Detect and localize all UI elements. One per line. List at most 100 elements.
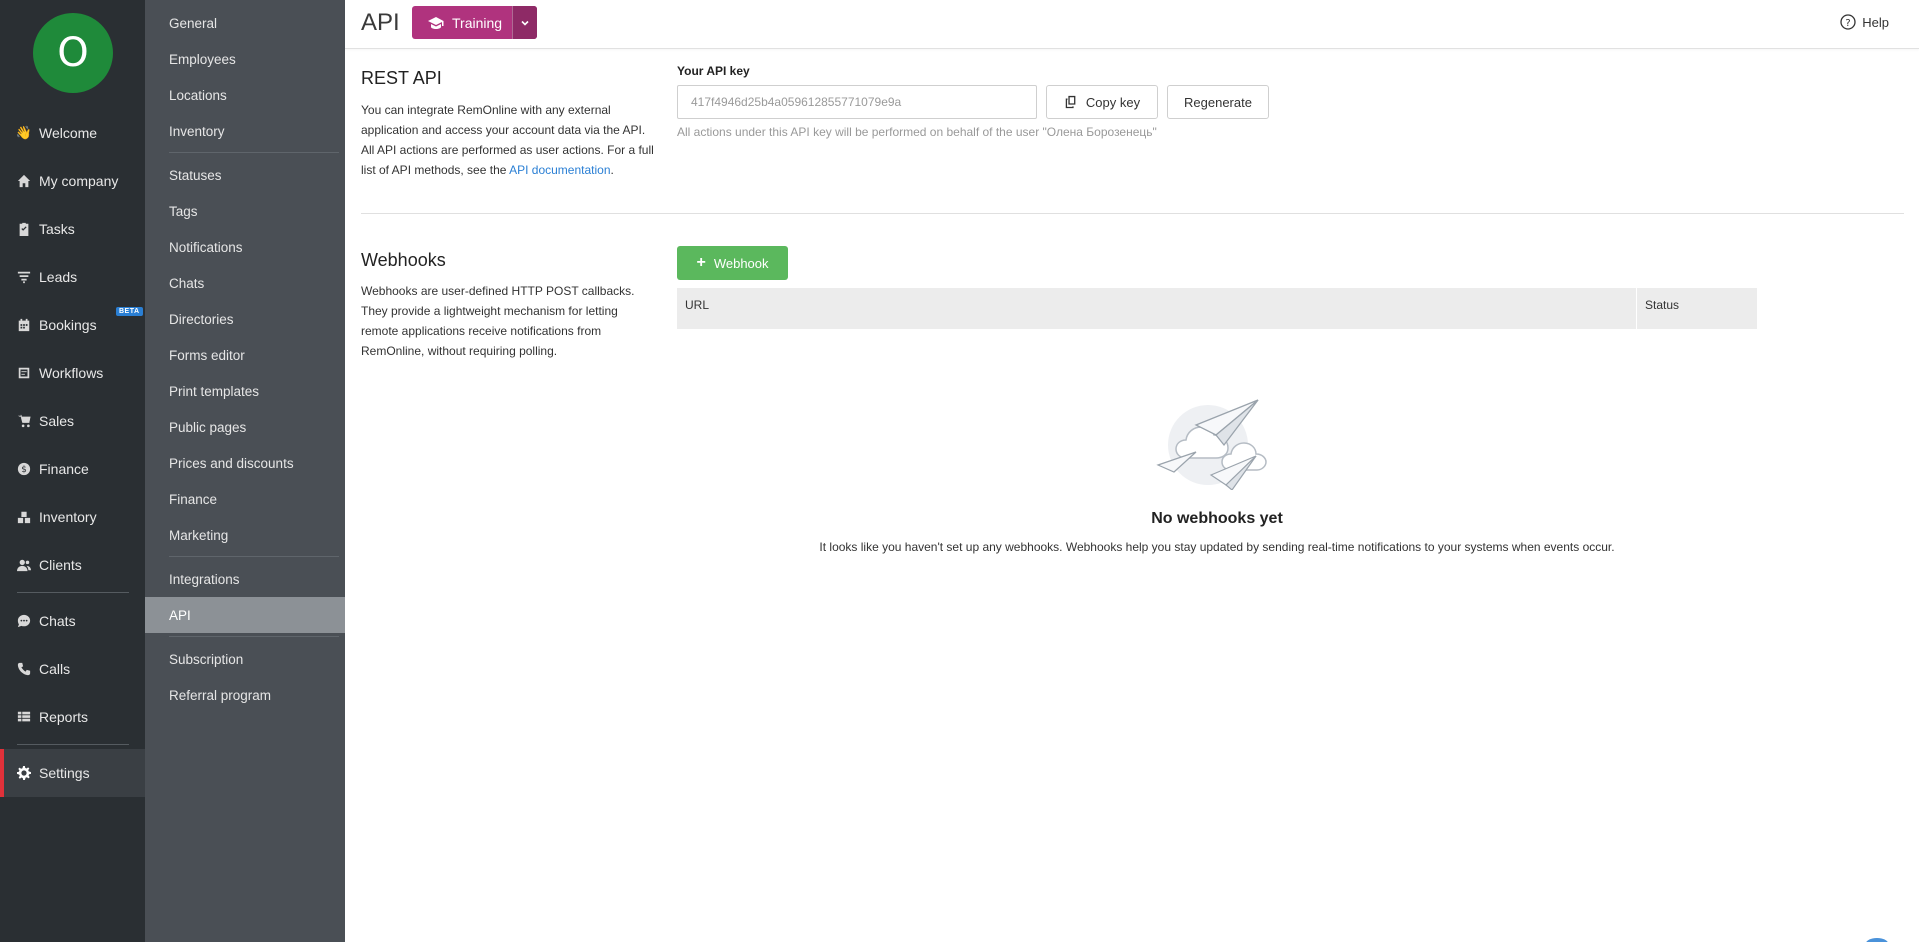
wave-hand-icon: 👋	[15, 125, 33, 140]
webhooks-description: Webhooks are user-defined HTTP POST call…	[361, 284, 635, 358]
nav-item-reports[interactable]: Reports	[0, 698, 145, 736]
submenu-item-marketing[interactable]: Marketing	[145, 517, 345, 553]
regenerate-label: Regenerate	[1184, 94, 1252, 110]
rest-api-desc-end: .	[610, 163, 614, 177]
submenu-item-finance[interactable]: Finance	[145, 481, 345, 517]
nav-item-leads[interactable]: Leads	[0, 258, 145, 296]
graduation-cap-icon	[428, 16, 444, 29]
calendar-icon	[17, 318, 31, 332]
submenu-divider	[169, 556, 339, 557]
beta-badge: BETA	[116, 307, 143, 316]
nav-item-finance[interactable]: $ Finance	[0, 450, 145, 488]
nav-item-label: Chats	[39, 613, 76, 629]
rest-api-description: You can integrate RemOnline with any ext…	[361, 100, 661, 180]
page-title: API	[361, 9, 400, 36]
svg-text:?: ?	[1846, 18, 1851, 29]
home-icon	[17, 174, 31, 188]
plus-icon: +	[696, 254, 706, 271]
nav-item-label: Welcome	[39, 125, 98, 141]
submenu-item-locations[interactable]: Locations	[145, 77, 345, 113]
api-documentation-link[interactable]: API documentation	[509, 163, 610, 177]
submenu-item-print-templates[interactable]: Print templates	[145, 373, 345, 409]
submenu-item-forms-editor[interactable]: Forms editor	[145, 337, 345, 373]
dollar-icon: $	[17, 462, 31, 476]
phone-icon	[17, 662, 31, 676]
submenu-divider	[169, 152, 339, 153]
nav-item-sales[interactable]: Sales	[0, 402, 145, 440]
nav-item-label: Calls	[39, 661, 71, 677]
nav-item-chats[interactable]: Chats	[0, 602, 145, 640]
api-key-label: Your API key	[677, 64, 750, 78]
nav-item-inventory[interactable]: Inventory	[0, 498, 145, 536]
main-nav: O 👋 Welcome My company Tasks Leads Booki…	[0, 0, 145, 942]
nav-item-welcome[interactable]: 👋 Welcome	[0, 114, 145, 152]
submenu-divider	[169, 636, 339, 637]
nav-item-label: Workflows	[39, 365, 104, 381]
page-header: API Training ? Help	[345, 0, 1919, 49]
settings-submenu: General Employees Locations Inventory St…	[145, 0, 345, 942]
nav-item-my-company[interactable]: My company	[0, 162, 145, 200]
submenu-item-notifications[interactable]: Notifications	[145, 229, 345, 265]
nav-divider	[17, 592, 129, 593]
help-link[interactable]: ? Help	[1840, 14, 1889, 30]
nav-item-tasks[interactable]: Tasks	[0, 210, 145, 248]
submenu-item-chats[interactable]: Chats	[145, 265, 345, 301]
training-label: Training	[452, 14, 503, 31]
submenu-item-subscription[interactable]: Subscription	[145, 641, 345, 677]
submenu-item-public-pages[interactable]: Public pages	[145, 409, 345, 445]
api-key-field[interactable]: 417f4946d25b4a059612855771079e9a	[677, 85, 1037, 119]
cart-icon	[17, 414, 31, 428]
chevron-down-icon	[521, 20, 529, 26]
boxes-icon	[17, 510, 31, 524]
nav-item-label: Tasks	[39, 221, 75, 237]
funnel-icon	[17, 270, 31, 284]
users-icon	[17, 558, 31, 572]
chat-icon	[17, 614, 31, 628]
nav-item-label: Settings	[39, 765, 90, 781]
nav-item-label: Leads	[39, 269, 78, 285]
svg-text:$: $	[21, 465, 27, 475]
nav-item-label: Sales	[39, 413, 75, 429]
copy-key-button[interactable]: Copy key	[1046, 85, 1158, 119]
submenu-item-integrations[interactable]: Integrations	[145, 561, 345, 597]
submenu-item-inventory[interactable]: Inventory	[145, 113, 345, 149]
help-circle-icon: ?	[1840, 14, 1856, 30]
empty-state-description: It looks like you haven't set up any web…	[819, 540, 1615, 554]
rest-api-title: REST API	[361, 68, 442, 88]
training-button[interactable]: Training	[412, 6, 537, 39]
chat-widget-button[interactable]	[1865, 938, 1889, 942]
help-label: Help	[1862, 14, 1889, 30]
submenu-item-referral-program[interactable]: Referral program	[145, 677, 345, 713]
submenu-item-api[interactable]: API	[145, 597, 345, 633]
submenu-item-general[interactable]: General	[145, 5, 345, 41]
nav-item-settings[interactable]: Settings	[0, 749, 145, 797]
nav-item-clients[interactable]: Clients	[0, 546, 145, 584]
nav-item-label: Finance	[39, 461, 89, 477]
nav-item-workflows[interactable]: Workflows	[0, 354, 145, 392]
submenu-item-directories[interactable]: Directories	[145, 301, 345, 337]
submenu-item-prices-discounts[interactable]: Prices and discounts	[145, 445, 345, 481]
training-main[interactable]: Training	[412, 6, 512, 39]
avatar[interactable]: O	[33, 13, 113, 93]
api-key-note: All actions under this API key will be p…	[677, 125, 1157, 139]
clipboard-check-icon	[17, 222, 31, 236]
column-header-url: URL	[677, 288, 1637, 329]
column-header-status: Status	[1645, 298, 1680, 312]
nav-item-calls[interactable]: Calls	[0, 650, 145, 688]
api-key-value: 417f4946d25b4a059612855771079e9a	[691, 95, 902, 109]
empty-state-title: No webhooks yet	[1151, 510, 1283, 527]
submenu-item-tags[interactable]: Tags	[145, 193, 345, 229]
regenerate-button[interactable]: Regenerate	[1167, 85, 1269, 119]
nav-item-label: Inventory	[39, 509, 97, 525]
nav-divider	[17, 744, 129, 745]
nav-item-label: My company	[39, 173, 119, 189]
submenu-item-employees[interactable]: Employees	[145, 41, 345, 77]
nav-item-label: Reports	[39, 709, 89, 725]
workflow-icon	[17, 366, 31, 380]
add-webhook-button[interactable]: + Webhook	[677, 246, 788, 280]
training-dropdown-toggle[interactable]	[512, 6, 537, 39]
table-icon	[17, 710, 31, 724]
submenu-item-statuses[interactable]: Statuses	[145, 157, 345, 193]
webhooks-title: Webhooks	[361, 250, 446, 270]
paper-planes-clouds-icon	[1156, 399, 1267, 490]
